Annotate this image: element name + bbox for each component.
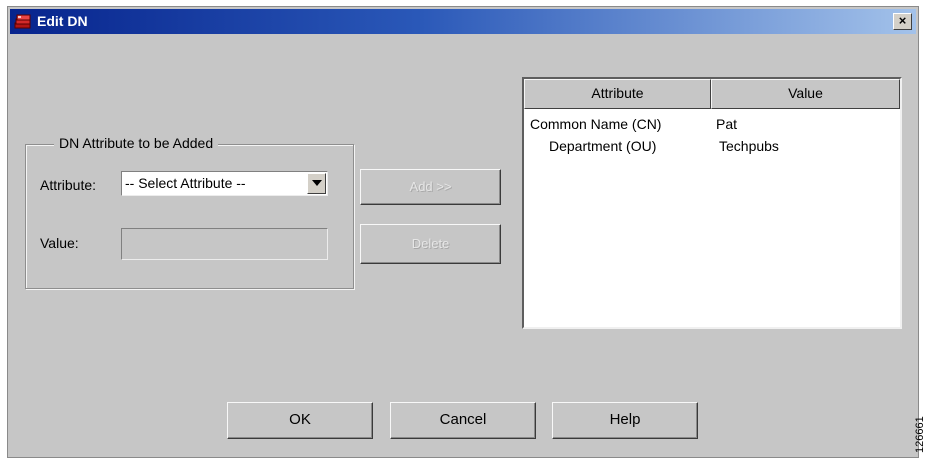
cancel-button[interactable]: Cancel [390, 402, 536, 439]
add-button[interactable]: Add >> [360, 169, 501, 205]
chevron-down-icon [312, 180, 322, 186]
dropdown-button[interactable] [307, 173, 326, 194]
delete-button[interactable]: Delete [360, 224, 501, 264]
row-2-attribute[interactable]: Department (OU) [549, 138, 656, 154]
column-header-attribute[interactable]: Attribute [524, 79, 711, 109]
dn-attribute-group: DN Attribute to be Added [25, 135, 354, 289]
dn-attribute-table[interactable]: Attribute Value Common Name (CN) Pat Dep… [522, 77, 902, 329]
title-bar[interactable]: Edit DN × [10, 9, 916, 34]
app-icon [14, 13, 32, 30]
figure-number-text: 126661 [914, 416, 926, 453]
row-1-attribute[interactable]: Common Name (CN) [530, 116, 661, 132]
close-icon[interactable]: × [893, 13, 912, 30]
delete-button-label: Delete [411, 236, 450, 251]
attribute-select-value: -- Select Attribute -- [125, 175, 246, 191]
ok-button[interactable]: OK [227, 402, 373, 439]
row-1-value[interactable]: Pat [716, 116, 737, 132]
row-2-value[interactable]: Techpubs [719, 138, 779, 154]
value-label: Value: [40, 235, 79, 251]
column-header-value[interactable]: Value [711, 79, 900, 109]
edit-dn-dialog: Edit DN × DN Attribute to be Added Attri… [7, 6, 919, 458]
help-button[interactable]: Help [552, 402, 698, 439]
value-field[interactable] [121, 228, 328, 260]
figure-number: 126661 [913, 405, 927, 457]
window-title: Edit DN [37, 13, 88, 29]
group-legend: DN Attribute to be Added [54, 135, 219, 151]
add-button-label: Add >> [409, 179, 452, 194]
attribute-select[interactable]: -- Select Attribute -- [121, 171, 328, 196]
attribute-label: Attribute: [40, 177, 97, 193]
